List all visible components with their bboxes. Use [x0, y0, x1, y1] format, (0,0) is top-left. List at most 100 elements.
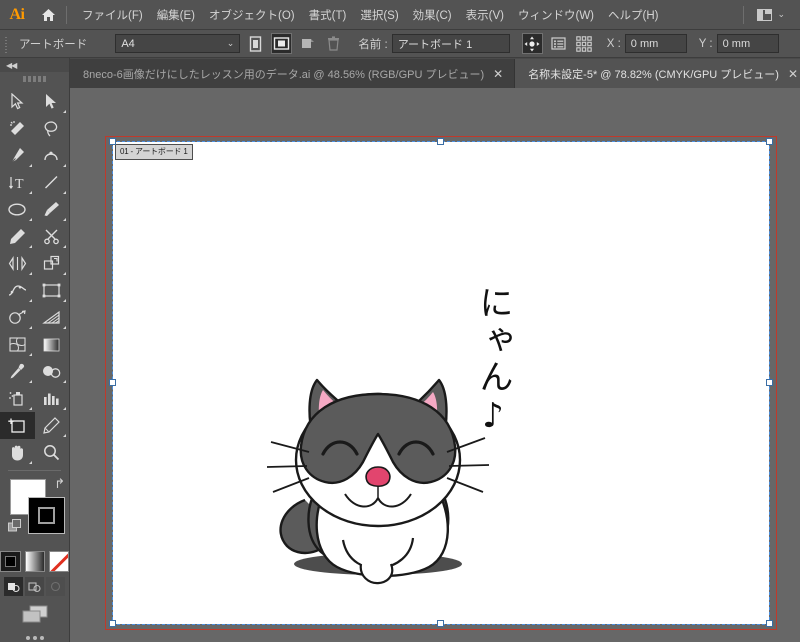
artboard-tool[interactable] — [0, 412, 35, 439]
mesh-tool[interactable] — [0, 331, 35, 358]
menu-file[interactable]: ファイル(F) — [75, 3, 150, 27]
line-segment-tool[interactable] — [35, 169, 70, 196]
symbol-sprayer-tool[interactable] — [0, 385, 35, 412]
scale-tool[interactable] — [35, 250, 70, 277]
document-tab-1[interactable]: 8neco-6画像だけにしたレッスン用のデータ.ai @ 48.56% (RGB… — [70, 59, 516, 88]
nyan-text[interactable]: にゃん♪ — [473, 285, 513, 439]
landscape-orientation-button[interactable] — [271, 33, 293, 54]
menu-view[interactable]: 表示(V) — [459, 3, 511, 27]
delete-artboard-button[interactable] — [323, 33, 344, 54]
x-coordinate-label: X : — [606, 37, 621, 50]
x-coordinate-input[interactable]: 0 mm — [624, 34, 687, 53]
type-tool[interactable]: T — [0, 169, 35, 196]
artboard-handle-tl[interactable] — [109, 138, 116, 145]
new-artboard-button[interactable] — [297, 33, 318, 54]
all-artboards-button[interactable] — [574, 33, 595, 54]
illustrator-window: Ai ファイル(F) 編集(E) オブジェクト(O) 書式(T) 選択(S) 効… — [0, 0, 800, 642]
artboard-wrapper: 01 - アートボード 1 にゃん♪ — [105, 136, 777, 630]
artboard-handle-bc[interactable] — [437, 620, 444, 627]
change-screen-mode-button[interactable] — [0, 604, 69, 624]
document-tab-2-title: 名称未設定-5* @ 78.82% (CMYK/GPU プレビュー) — [528, 68, 779, 81]
column-graph-tool[interactable] — [35, 385, 70, 412]
pen-tool[interactable] — [0, 142, 35, 169]
draw-normal-icon[interactable] — [4, 577, 23, 596]
y-coordinate-label: Y : — [698, 37, 713, 50]
tools-panel-header[interactable]: ◀◀ — [0, 58, 69, 72]
pencil-tool[interactable] — [0, 223, 35, 250]
control-bar-grip[interactable] — [2, 32, 11, 55]
artboard-label: 01 - アートボード 1 — [115, 144, 193, 160]
menu-window[interactable]: ウィンドウ(W) — [511, 3, 601, 27]
none-swatch-icon[interactable] — [49, 551, 69, 572]
scissors-tool[interactable] — [35, 223, 70, 250]
document-tab-2[interactable]: 名称未設定-5* @ 78.82% (CMYK/GPU プレビュー) ✕ — [515, 59, 800, 88]
drawing-mode-buttons — [0, 577, 69, 596]
document-tab-1-title: 8neco-6画像だけにしたレッスン用のデータ.ai @ 48.56% (RGB… — [83, 68, 485, 81]
shape-builder-tool[interactable] — [0, 304, 35, 331]
rotate-tool[interactable] — [0, 250, 35, 277]
artboard-options-button[interactable] — [548, 33, 569, 54]
control-bar: アートボード A4 ⌄ 名前: アートボード 1 X: 0 mm Y: 0… — [0, 30, 800, 58]
eyedropper-tool[interactable] — [0, 358, 35, 385]
perspective-grid-tool[interactable] — [35, 304, 70, 331]
slice-tool[interactable] — [35, 412, 70, 439]
selection-tool[interactable] — [0, 88, 35, 115]
home-icon[interactable] — [34, 0, 62, 30]
tools-panel: ◀◀ T ↱ — [0, 58, 70, 642]
tools-panel-drag-handle[interactable] — [0, 72, 69, 86]
chevron-down-icon: ⌄ — [777, 9, 785, 19]
menu-help[interactable]: ヘルプ(H) — [601, 3, 665, 27]
magic-wand-tool[interactable] — [0, 115, 35, 142]
direct-selection-tool[interactable] — [35, 88, 70, 115]
artboard-handle-ml[interactable] — [109, 379, 116, 386]
y-coordinate-input[interactable]: 0 mm — [716, 34, 779, 53]
workspace-switcher[interactable]: ⌄ — [752, 6, 790, 24]
workspace-grid-icon — [757, 8, 773, 21]
ellipse-tool[interactable] — [0, 196, 35, 223]
stroke-swatch[interactable] — [28, 497, 65, 534]
double-chevron-left-icon[interactable]: ◀◀ — [6, 61, 17, 70]
swap-fill-stroke-icon[interactable]: ↱ — [54, 476, 65, 492]
control-bar-tool-label: アートボード — [19, 38, 88, 51]
default-fill-stroke-icon[interactable] — [8, 519, 22, 533]
gradient-swatch-icon[interactable] — [25, 551, 45, 572]
menu-edit[interactable]: 編集(E) — [150, 3, 202, 27]
move-artwork-with-artboard-button[interactable] — [521, 33, 543, 54]
gradient-tool[interactable] — [35, 331, 70, 358]
artboard-handle-tr[interactable] — [766, 138, 773, 145]
cat-illustration[interactable] — [265, 368, 495, 593]
draw-inside-icon[interactable] — [46, 577, 65, 596]
artboard-name-input[interactable]: アートボード 1 — [391, 34, 510, 53]
edit-toolbar-icon[interactable] — [0, 636, 69, 640]
menu-object[interactable]: オブジェクト(O) — [202, 3, 302, 27]
app-logo: Ai — [9, 5, 26, 23]
portrait-orientation-button[interactable] — [245, 33, 266, 54]
draw-behind-icon[interactable] — [25, 577, 44, 596]
artboard-handle-br[interactable] — [766, 620, 773, 627]
artboard-preset-select[interactable]: A4 ⌄ — [115, 34, 241, 53]
close-icon[interactable]: ✕ — [493, 68, 503, 80]
close-icon[interactable]: ✕ — [788, 68, 798, 80]
artboard-handle-mr[interactable] — [766, 379, 773, 386]
blend-tool[interactable] — [35, 358, 70, 385]
color-swatch-icon[interactable] — [0, 551, 21, 572]
free-transform-tool[interactable] — [35, 277, 70, 304]
fill-mode-buttons — [0, 551, 69, 572]
curvature-tool[interactable] — [35, 142, 70, 169]
menu-divider — [66, 5, 67, 24]
hand-tool[interactable] — [0, 439, 35, 466]
artboard-handle-bl[interactable] — [109, 620, 116, 627]
menu-select[interactable]: 選択(S) — [353, 3, 405, 27]
menu-bar: Ai ファイル(F) 編集(E) オブジェクト(O) 書式(T) 選択(S) 効… — [0, 0, 800, 30]
artboard[interactable]: 01 - アートボード 1 にゃん♪ — [109, 138, 773, 627]
menu-type[interactable]: 書式(T) — [302, 3, 354, 27]
menu-effect[interactable]: 効果(C) — [406, 3, 459, 27]
lasso-tool[interactable] — [35, 115, 70, 142]
canvas-area[interactable]: 01 - アートボード 1 にゃん♪ — [70, 88, 800, 642]
paintbrush-tool[interactable] — [35, 196, 70, 223]
artboard-handle-tc[interactable] — [437, 138, 444, 145]
fill-stroke-controls: ↱ — [0, 475, 69, 549]
width-tool[interactable] — [0, 277, 35, 304]
tools-divider — [8, 470, 61, 471]
zoom-tool[interactable] — [35, 439, 70, 466]
